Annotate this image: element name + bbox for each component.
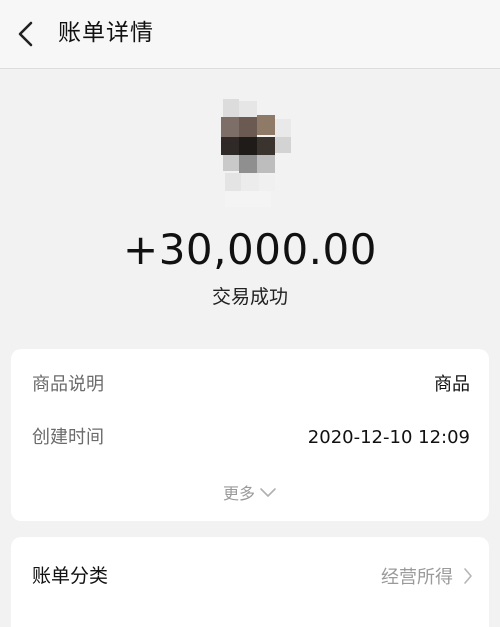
bill-category-row[interactable]: 账单分类 经营所得	[11, 537, 489, 627]
more-button[interactable]: 更多	[11, 479, 489, 505]
bill-category-selector[interactable]: 经营所得	[381, 563, 473, 589]
details-card: 商品说明 商品 创建时间 2020-12-10 12:09 更多	[11, 349, 489, 521]
bill-category-value: 经营所得	[381, 567, 453, 588]
back-button[interactable]	[6, 14, 46, 54]
chevron-left-icon	[18, 21, 33, 47]
bill-category-label: 账单分类	[32, 565, 109, 587]
product-description-value: 商品	[434, 374, 470, 395]
transaction-amount: +30,000.00	[123, 225, 377, 274]
top-nav-bar: 账单详情	[0, 0, 500, 69]
more-label: 更多	[222, 484, 255, 503]
product-description-label: 商品说明	[32, 374, 104, 395]
created-time-value: 2020-12-10 12:09	[307, 427, 470, 448]
created-time-label: 创建时间	[32, 427, 104, 448]
payer-avatar	[221, 99, 293, 211]
transaction-status: 交易成功	[211, 286, 288, 308]
page-title: 账单详情	[58, 20, 154, 46]
chevron-down-icon	[260, 488, 276, 497]
chevron-right-icon	[464, 568, 472, 584]
